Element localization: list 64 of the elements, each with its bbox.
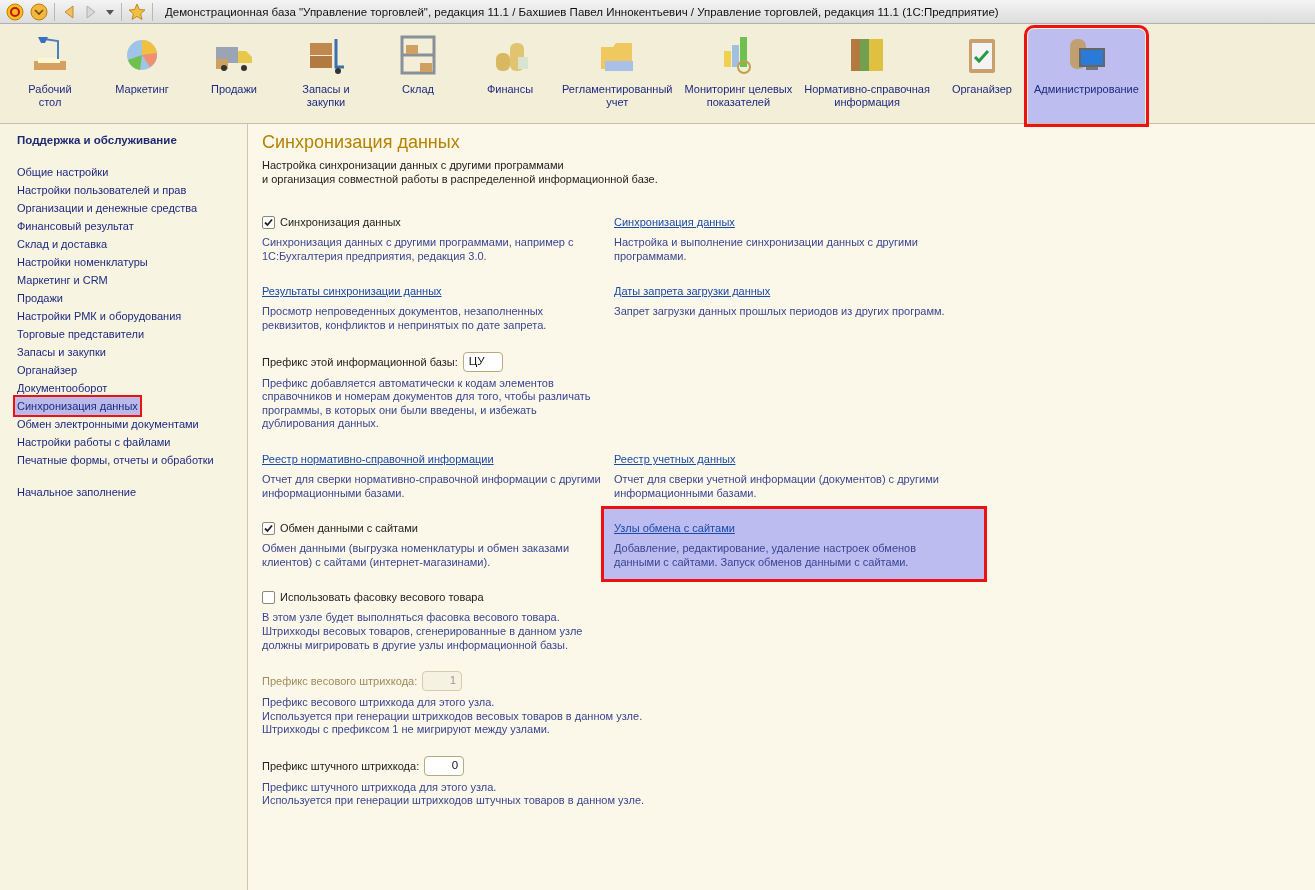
sidebar-item[interactable]: Маркетинг и CRM [15,271,110,289]
window-title: Демонстрационная база "Управление торговлей", редакция 11.1 / Бахшиев Павел Иннокентьевич / Управление торговлей, редакция 11.1 (1С:Предприятие) [165,5,999,18]
star-icon[interactable] [128,2,146,21]
sidebar-item[interactable]: Печатные формы, отчеты и обработки [15,451,216,469]
field-label: Префикс весового штрихкода: [262,675,418,688]
description-text: Префикс штучного штрихкода для этого узла. Используется при генерации штрихкодов штучных товаров в данном узле. [262,780,645,809]
section-tab[interactable]: Финансы [464,29,556,123]
field-label: Префикс этой информационной базы: [262,355,458,368]
link[interactable]: Реестр нормативно-справочной информации [262,452,494,465]
sidebar-item[interactable]: Синхронизация данных [15,397,140,415]
sidebar-item[interactable]: Общие настройки [15,163,111,181]
sidebar-item[interactable]: Начальное заполнение [15,483,139,501]
section-tab[interactable]: Запасы и закупки [280,29,372,123]
description-text: Отчет для сверки нормативно-справочной информации с другими информационными базами. [262,472,601,501]
description-text: Синхронизация данных с другими программами, например с 1С:Бухгалтерия предприятия, редакция 3.0. [262,236,574,264]
description-text: Префикс добавляется автоматически к кодам элементов справочников и номерам документов для того, чтобы различать программы, в которых они были введены, и избежать дублирования данных. [262,376,591,431]
sidebar-item[interactable]: Настройки номенклатуры [15,253,150,271]
checkbox[interactable] [262,215,275,229]
sidebar-item[interactable]: Настройки работы с файлами [15,433,173,451]
description-text: Просмотр непроведенных документов, незаполненных реквизитов, конфликтов и непринятых по дате запрета. [262,305,547,333]
description-text: Настройка и выполнение синхронизации данных с другими программами. [614,236,918,264]
section-tab[interactable]: Склад [372,29,464,123]
section-tab[interactable]: Мониторинг целевых показателей [678,29,799,123]
description-text: Префикс весового штрихкода для этого узла. Используется при генерации штрихкодов весовых товаров в данном узле. Штрихкоды с префиксом 1 не мигрируют между узлами. [262,696,643,737]
input-field[interactable]: 0 [424,755,465,776]
section-tab[interactable]: Нормативно-справочная информация [798,29,936,123]
sidebar-item[interactable]: Настройки пользователей и прав [15,181,189,199]
link[interactable]: Узлы обмена с сайтами [614,522,735,535]
sidebar-item[interactable]: Органайзер [15,361,80,379]
description-text: В этом узле будет выполняться фасовка весового товара. Штрихкоды весовых товаров, сгенерированные в данном узле должны мигрировать в другие узлы информационной базы. [262,611,583,653]
sidebar-item[interactable]: Финансовый результат [15,217,136,235]
section-tab[interactable]: Маркетинг [96,29,188,123]
input-field[interactable]: ЦУ [462,351,503,372]
sidebar-item[interactable]: Документооборот [15,379,110,397]
description-text: Добавление, редактирование, удаление настроек обменов данными с сайтами. Запуск обменов данными с сайтами. [614,542,917,570]
page-title: Синхронизация данных [262,132,461,153]
checkbox-label: Обмен данными с сайтами [280,522,418,535]
sidebar-item[interactable]: Запасы и закупки [15,343,108,361]
link[interactable]: Даты запрета загрузки данных [614,285,771,298]
link[interactable]: Реестр учетных данных [614,452,736,465]
section-tab[interactable]: Продажи [188,29,280,123]
dropdown-icon[interactable] [30,2,48,21]
checkbox[interactable] [262,521,275,535]
link[interactable]: Синхронизация данных [614,216,735,229]
logo-icon[interactable] [6,2,24,21]
sidebar-item[interactable]: Организации и денежные средства [15,199,200,217]
field-label: Префикс штучного штрихкода: [262,759,420,772]
checkbox[interactable] [262,590,275,604]
description-text: Обмен данными (выгрузка номенклатуры и обмен заказами клиентов) с сайтами (интернет-магазинами). [262,542,570,570]
description-text: Запрет загрузки данных прошлых периодов из других программ. [614,305,945,319]
sidebar-item[interactable]: Обмен электронными документами [15,415,201,433]
section-tab[interactable]: Органайзер [935,29,1028,123]
page-description: Настройка синхронизации данных с другими программами и организация совместной работы в распределенной информационной базе. [262,159,658,187]
checkbox-label: Синхронизация данных [280,216,401,229]
sidebar-item[interactable]: Настройки РМК и оборудования [15,307,184,325]
sidebar-item[interactable]: Продажи [15,289,65,307]
section-tab[interactable]: Рабочий стол [4,29,96,123]
section-tab[interactable]: Регламентированный учет [556,29,679,123]
sidebar-title: Поддержка и обслуживание [17,134,178,146]
description-text: Отчет для сверки учетной информации (документов) с другими информационными базами. [614,472,939,501]
sidebar-item[interactable]: Торговые представители [15,325,147,343]
checkbox-label: Использовать фасовку весового товара [280,591,484,604]
link[interactable]: Результаты синхронизации данных [262,285,442,298]
sidebar-item[interactable]: Склад и доставка [15,235,110,253]
